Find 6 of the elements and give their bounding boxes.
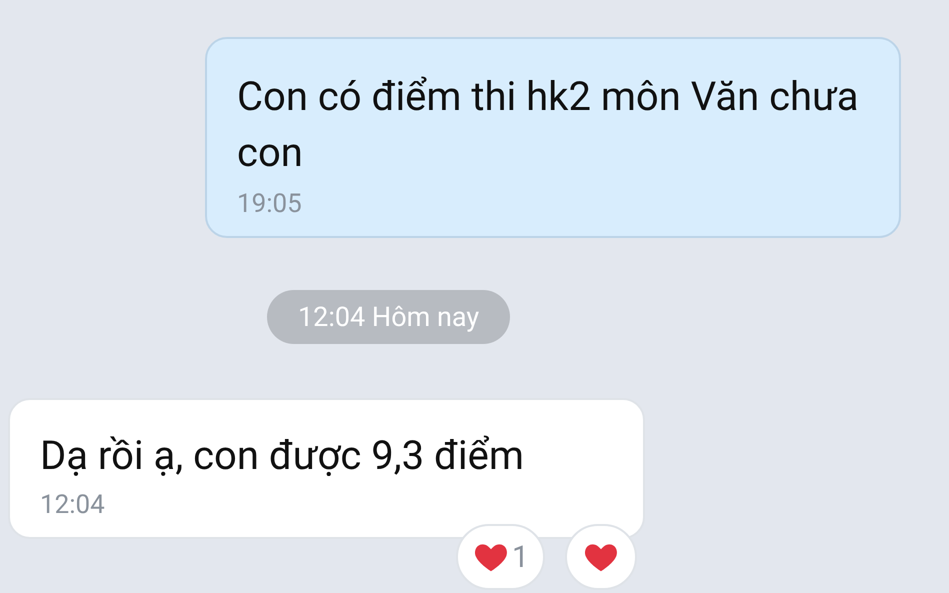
reaction-count[interactable]: 1 xyxy=(456,524,545,590)
message-time: 12:04 xyxy=(40,489,105,522)
message-text: Con có điểm thi hk2 môn Văn chưa con xyxy=(237,72,860,178)
message-time: 19:05 xyxy=(237,188,302,221)
reaction-number: 1 xyxy=(512,538,529,576)
message-text: Dạ rồi ạ, con được 9,3 điểm xyxy=(40,431,524,481)
